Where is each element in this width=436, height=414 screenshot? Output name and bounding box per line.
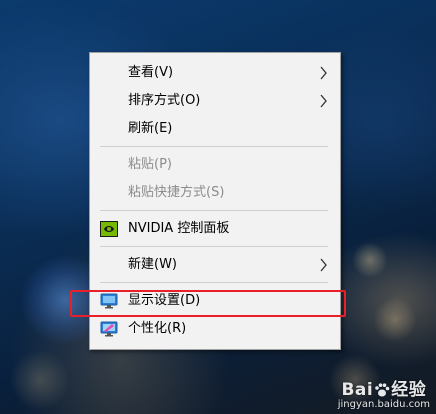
menu-separator (100, 282, 328, 283)
chevron-right-icon (320, 66, 327, 80)
menu-item-label: 个性化(R) (128, 321, 187, 336)
annotation-highlight-box (70, 290, 346, 317)
menu-item-label: 刷新(E) (128, 121, 173, 136)
menu-item-sort-by[interactable]: 排序方式(O) (90, 87, 340, 115)
menu-item-label: 排序方式(O) (128, 93, 201, 108)
menu-item-label: 新建(W) (128, 257, 177, 272)
menu-item-label: 粘贴快捷方式(S) (128, 185, 225, 200)
menu-item-personalize[interactable]: 个性化(R) (90, 315, 340, 343)
menu-item-view[interactable]: 查看(V) (90, 59, 340, 87)
desktop-background[interactable]: 查看(V) 排序方式(O) 刷新(E) 粘贴(P) 粘贴快捷方式(S) NVID… (0, 0, 436, 414)
watermark-url: jingyan.baidu.com (337, 399, 430, 410)
chevron-right-icon (320, 258, 327, 272)
baidu-jingyan-watermark: Bai 经验 jingyan.baidu.com (338, 375, 430, 410)
menu-item-new[interactable]: 新建(W) (90, 251, 340, 279)
menu-item-nvidia-control-panel[interactable]: NVIDIA 控制面板 (90, 215, 340, 243)
chevron-right-icon (320, 94, 327, 108)
menu-separator (100, 146, 328, 147)
paw-icon (375, 383, 390, 397)
personalize-icon (100, 321, 118, 337)
watermark-brand-left: Bai (341, 380, 374, 400)
menu-item-label: 查看(V) (128, 65, 174, 80)
menu-item-paste-shortcut: 粘贴快捷方式(S) (90, 179, 340, 207)
watermark-brand-right: 经验 (391, 380, 427, 400)
menu-item-label: 粘贴(P) (128, 157, 172, 172)
menu-separator (100, 210, 328, 211)
watermark-logo: Bai 经验 (338, 375, 430, 400)
menu-separator (100, 246, 328, 247)
menu-item-refresh[interactable]: 刷新(E) (90, 115, 340, 143)
nvidia-icon (100, 221, 118, 237)
menu-item-label: NVIDIA 控制面板 (128, 221, 230, 236)
menu-item-paste: 粘贴(P) (90, 151, 340, 179)
